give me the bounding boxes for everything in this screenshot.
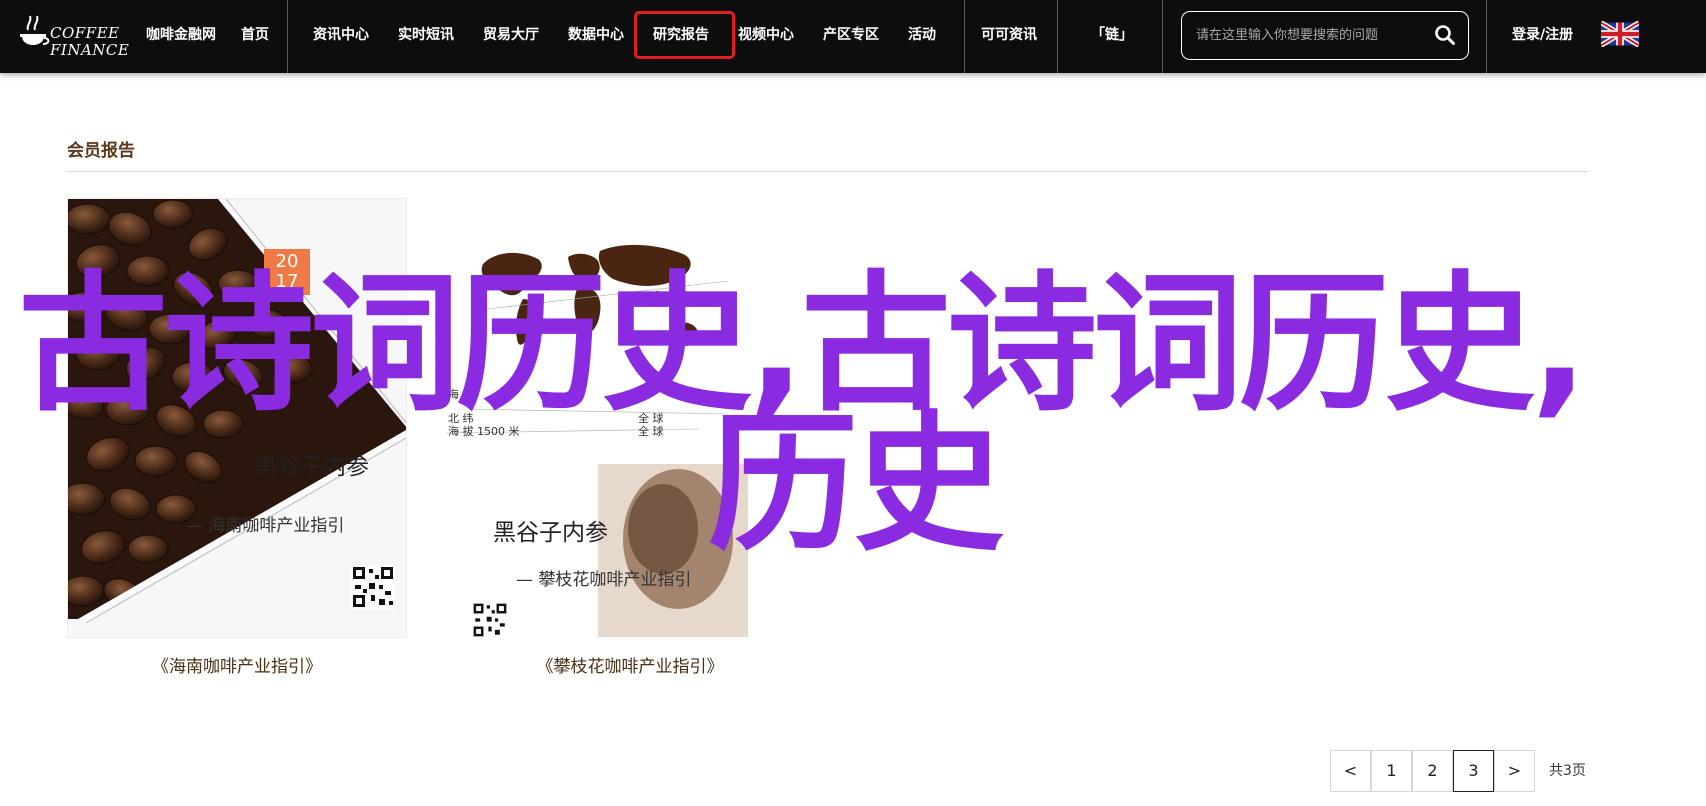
pagination-page-3-current[interactable]: 3 — [1453, 750, 1494, 792]
pagination-prev-button[interactable]: < — [1330, 750, 1371, 792]
section-divider — [67, 171, 1588, 172]
section-title: 会员报告 — [67, 141, 135, 161]
pagination-total-pages: 共3页 — [1549, 763, 1586, 779]
search-icon[interactable] — [1434, 24, 1456, 46]
nav-link-news-center[interactable]: 资讯中心 — [313, 0, 369, 73]
nav-link-cocoa-news[interactable]: 可可资讯 — [981, 0, 1037, 73]
uk-flag-icon[interactable] — [1601, 21, 1639, 47]
nav-link-chain[interactable]: 「链」 — [1091, 0, 1133, 73]
cover-title: 黑谷子内参 — [493, 520, 608, 546]
nav-link-trade-hall[interactable]: 贸易大厅 — [483, 0, 539, 73]
report-caption-hainan[interactable]: 《海南咖啡产业指引》 — [67, 652, 407, 677]
cover-subtitle: — 海南咖啡产业指引 — [186, 516, 345, 536]
logo-text-finance: FINANCE — [50, 41, 130, 59]
nav-link-origin-zone[interactable]: 产区专区 — [823, 0, 879, 73]
coffee-cup-logo-icon — [20, 15, 50, 45]
nav-divider — [1486, 0, 1487, 73]
nav-link-flash-news[interactable]: 实时短讯 — [398, 0, 454, 73]
report-caption-panzhihua[interactable]: 《攀枝花咖啡产业指引》 — [460, 652, 800, 677]
nav-link-research-reports[interactable]: 研究报告 — [653, 0, 709, 73]
qr-code-icon — [351, 565, 395, 609]
nav-divider — [1162, 0, 1163, 73]
logo-text-coffee: COFFEE — [50, 24, 120, 42]
nav-divider — [287, 0, 288, 73]
nav-link-video-center[interactable]: 视频中心 — [738, 0, 794, 73]
nav-link-home[interactable]: 首页 — [241, 0, 269, 73]
coffee-finance-logo[interactable]: COFFEE FINANCE — [14, 8, 132, 64]
pagination-next-button[interactable]: > — [1494, 750, 1535, 792]
nav-divider — [1057, 0, 1058, 73]
nav-link-coffee-finance-net[interactable]: 咖啡金融网 — [146, 0, 216, 73]
search-input[interactable] — [1194, 20, 1424, 50]
nav-link-data-center[interactable]: 数据中心 — [568, 0, 624, 73]
nav-link-events[interactable]: 活动 — [908, 0, 936, 73]
nav-divider — [964, 0, 965, 73]
search-box — [1181, 11, 1469, 60]
cover-subtitle: — 攀枝花咖啡产业指引 — [516, 570, 692, 590]
top-navigation-bar: COFFEE FINANCE 咖啡金融网 首页 资讯中心 实时短讯 贸易大厅 数… — [0, 0, 1706, 73]
pagination-page-1[interactable]: 1 — [1371, 750, 1412, 792]
watermark-text-line2: 历史 — [708, 398, 1004, 572]
cover-title: 黑谷子内参 — [254, 454, 369, 480]
qr-code-icon — [472, 602, 508, 637]
pagination-page-2[interactable]: 2 — [1412, 750, 1453, 792]
login-register-link[interactable]: 登录/注册 — [1512, 0, 1573, 73]
